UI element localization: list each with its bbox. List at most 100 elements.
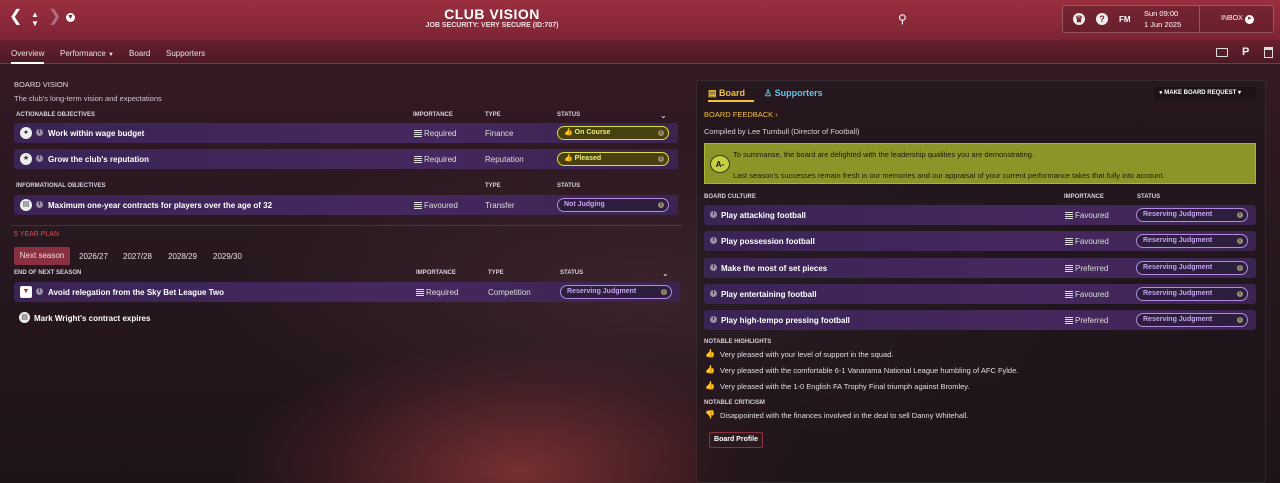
culture-name: Play attacking football (721, 211, 806, 220)
tab-2027-28[interactable]: 2027/28 (123, 252, 152, 261)
col-importance: IMPORTANCE (1064, 194, 1104, 200)
chevron-down-icon[interactable]: ⌄ (662, 269, 669, 278)
chevron-down-icon: ▼ (108, 52, 114, 58)
board-profile-button[interactable]: Board Profile (709, 432, 763, 448)
monitor-icon[interactable] (1216, 48, 1228, 57)
contract-icon: ▤ (20, 199, 32, 211)
summary-line-2: Last season's successes remain fresh in … (733, 171, 1165, 180)
info-icon[interactable]: i (710, 264, 717, 271)
col-type: TYPE (488, 270, 504, 276)
info-icon[interactable]: i (710, 290, 717, 297)
board-icon: ▤ (708, 88, 717, 98)
board-culture-heading: BOARD CULTURE (704, 194, 756, 200)
info-icon[interactable]: i (710, 316, 717, 323)
board-feedback-panel (696, 80, 1266, 483)
status-badge[interactable]: Reserving Judgment i (1136, 261, 1248, 275)
info-icon[interactable]: i (710, 237, 717, 244)
tab-2029-30[interactable]: 2029/30 (213, 252, 242, 261)
thumbs-up-icon: 👍 (705, 381, 715, 390)
search-icon[interactable]: ⚲ (898, 12, 907, 26)
objective-row[interactable]: ▤ i Maximum one-year contracts for playe… (14, 195, 678, 215)
trophy-icon[interactable]: ♛ (1073, 13, 1085, 25)
paypal-icon[interactable]: P (1242, 46, 1249, 58)
importance: Preferred (1065, 264, 1108, 273)
type: Reputation (485, 155, 524, 164)
culture-row[interactable]: i Make the most of set pieces Preferred … (704, 258, 1256, 278)
contract-icon: ▤ (19, 312, 30, 323)
col-type: TYPE (485, 112, 501, 118)
tab-supporters[interactable]: Supporters (166, 49, 205, 58)
tab-overview[interactable]: Overview (11, 49, 45, 64)
culture-row[interactable]: i Play attacking football Favoured Reser… (704, 205, 1256, 225)
importance: Favoured (1065, 237, 1109, 246)
tab-performance-label: Performance (60, 49, 106, 58)
culture-row[interactable]: i Play high-tempo pressing football Pref… (704, 310, 1256, 330)
thumbs-down-icon: 👎 (705, 410, 715, 419)
status-badge[interactable]: Not Judging i (557, 198, 669, 212)
compiled-by: Compiled by Lee Turnbull (Director of Fo… (704, 127, 860, 136)
contract-note: Mark Wright's contract expires (34, 314, 151, 323)
chevron-down-icon: ▾ (1237, 90, 1241, 96)
info-icon[interactable]: i (36, 288, 43, 295)
highlight-item: Very pleased with the 1-0 English FA Tro… (720, 382, 970, 391)
importance: Required (414, 155, 456, 164)
type: Finance (485, 129, 514, 138)
tab-next-season[interactable]: Next season (14, 247, 70, 265)
tab-supporters-feedback[interactable]: ♙ Supporters (764, 88, 823, 99)
thumbs-up-icon: 👍 (564, 129, 573, 136)
culture-name: Play entertaining football (721, 290, 817, 299)
tab-2026-27[interactable]: 2026/27 (79, 252, 108, 261)
help-icon[interactable]: ? (1096, 13, 1108, 25)
status-badge[interactable]: 👍 Pleased i (557, 152, 669, 166)
job-security: JOB SECURITY: VERY SECURE (ID:707) (425, 22, 559, 29)
plan-row[interactable]: ▼ i Avoid relegation from the Sky Bet Le… (14, 282, 680, 302)
page-title: CLUB VISION (444, 6, 540, 22)
make-board-request-button[interactable]: ● MAKE BOARD REQUEST ▾ (1154, 87, 1256, 100)
feedback-summary-box: A- To summarise, the board are delighted… (704, 143, 1256, 184)
importance: Favoured (1065, 290, 1109, 299)
tab-2028-29[interactable]: 2028/29 (168, 252, 197, 261)
status-badge[interactable]: Reserving Judgment i (1136, 313, 1248, 327)
col-importance: IMPORTANCE (416, 270, 456, 276)
col-status: STATUS (1137, 194, 1161, 200)
arrow-right-icon: ➤ (1244, 15, 1254, 24)
objective-row[interactable]: ★ i Grow the club's reputation Required … (14, 149, 678, 169)
culture-name: Make the most of set pieces (721, 264, 828, 273)
bin-icon[interactable] (1264, 47, 1273, 58)
date: 1 Jun 2025 (1144, 20, 1182, 29)
actionable-heading: ACTIONABLE OBJECTIVES (16, 112, 96, 118)
grade-badge: A- (710, 155, 730, 173)
info-icon[interactable]: i (36, 201, 43, 208)
info-icon[interactable]: i (36, 129, 43, 136)
objective-name: Grow the club's reputation (48, 155, 150, 164)
objective-row[interactable]: ● i Work within wage budget Required Fin… (14, 123, 678, 143)
status-badge[interactable]: Reserving Judgment i (1136, 208, 1248, 222)
tab-board[interactable]: Board (129, 49, 150, 58)
info-icon[interactable]: i (36, 155, 43, 162)
board-vision-heading: BOARD VISION (14, 80, 69, 89)
culture-name: Play possession football (721, 237, 815, 246)
chevron-down-icon[interactable]: ⌄ (660, 111, 667, 120)
inbox-button[interactable]: INBOX ➤ (1221, 15, 1254, 24)
top-bar: ❮ ▲ ▼ ❯ ▼ CLUB VISION JOB SECURITY: VERY … (0, 0, 1280, 40)
status-badge[interactable]: Reserving Judgment i (1136, 234, 1248, 248)
status-badge[interactable]: Reserving Judgment i (1136, 287, 1248, 301)
tab-board-feedback[interactable]: ▤ Board (708, 88, 745, 99)
status-badge[interactable]: 👍 On Course i (557, 126, 669, 140)
tab-performance[interactable]: Performance ▼ (60, 49, 114, 58)
objective-name: Work within wage budget (48, 129, 145, 138)
end-of-next-season: END OF NEXT SEASON (14, 270, 82, 276)
fm-logo[interactable]: FM (1119, 15, 1131, 24)
informational-heading: INFORMATIONAL OBJECTIVES (16, 183, 106, 189)
divider (10, 225, 682, 226)
culture-row[interactable]: i Play entertaining football Favoured Re… (704, 284, 1256, 304)
importance: Required (416, 288, 458, 297)
col-status: STATUS (557, 183, 581, 189)
date-time: Sun 09:00 (1144, 9, 1179, 18)
board-feedback-link[interactable]: BOARD FEEDBACK › (704, 110, 778, 119)
culture-row[interactable]: i Play possession football Favoured Rese… (704, 231, 1256, 251)
info-icon[interactable]: i (710, 211, 717, 218)
highlights-heading: NOTABLE HIGHLIGHTS (704, 339, 772, 345)
star-icon: ★ (20, 153, 32, 165)
status-badge[interactable]: Reserving Judgment i (560, 285, 672, 299)
